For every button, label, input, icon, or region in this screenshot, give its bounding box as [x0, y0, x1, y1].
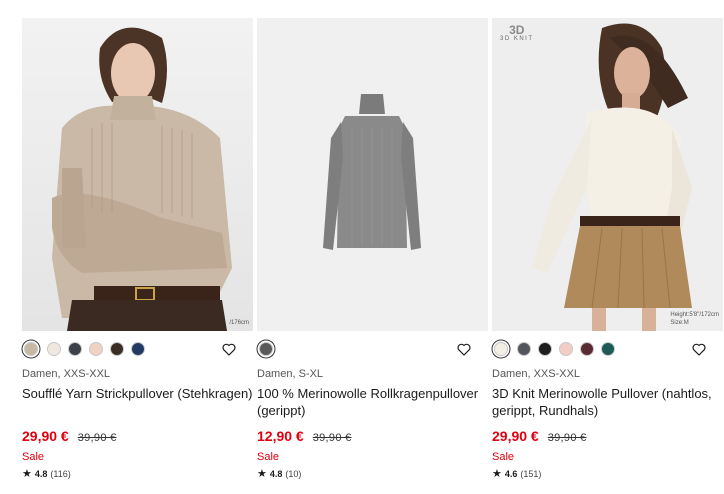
sale-label: Sale	[257, 451, 280, 463]
product-name[interactable]: 100 % Merinowolle Rollkragenpullover (ge…	[257, 385, 488, 419]
rating-score: 4.8	[269, 468, 283, 479]
color-swatch[interactable]	[89, 342, 103, 356]
rating: ★ 4.8 (10)	[257, 467, 488, 480]
product-photo-3d-knit	[492, 18, 723, 331]
heart-outline-icon[interactable]	[691, 341, 707, 357]
product-meta: Damen, XXS-XXL	[22, 368, 111, 380]
color-swatch[interactable]	[494, 342, 508, 356]
product-photo-turtleneck	[257, 18, 488, 331]
color-swatch[interactable]	[47, 342, 61, 356]
product-name[interactable]: 3D Knit Merinowolle Pullover (nahtlos, g…	[492, 385, 723, 419]
color-swatch[interactable]	[24, 342, 38, 356]
product-card[interactable]: Damen, S-XL 100 % Merinowolle Rollkragen…	[257, 18, 488, 494]
product-card[interactable]: /176cm Damen, XXS-XXL Soufflé Yarn Stric…	[22, 18, 253, 494]
color-swatch[interactable]	[517, 342, 531, 356]
product-card[interactable]: 3D 3D KNIT Height:5'8"/172cm Size:M Dame…	[492, 18, 723, 494]
3d-knit-badge: 3D 3D KNIT	[500, 24, 534, 42]
color-swatches	[257, 331, 488, 367]
rating: ★ 4.6 (151)	[492, 467, 723, 480]
model-height: Height:5'8"/172cm	[670, 312, 719, 318]
original-price: 39,90 €	[77, 432, 117, 444]
sale-label: Sale	[22, 451, 45, 463]
review-count: (10)	[285, 468, 302, 479]
product-name[interactable]: Soufflé Yarn Strickpullover (Stehkragen)	[22, 385, 253, 419]
color-swatch[interactable]	[538, 342, 552, 356]
3d-knit-label: 3D KNIT	[500, 36, 534, 42]
model-size: Size:M	[670, 320, 689, 326]
rating: ★ 4.8 (116)	[22, 467, 253, 480]
color-swatches	[492, 331, 723, 367]
product-grid: /176cm Damen, XXS-XXL Soufflé Yarn Stric…	[0, 0, 724, 494]
color-swatch[interactable]	[68, 342, 82, 356]
3d-knit-logo-mark: 3D	[509, 23, 525, 37]
product-meta: Damen, S-XL	[257, 368, 324, 380]
color-swatch[interactable]	[601, 342, 615, 356]
star-icon: ★	[22, 468, 32, 480]
product-image[interactable]	[257, 18, 488, 331]
sale-price: 29,90 €	[492, 428, 539, 444]
star-icon: ★	[257, 468, 267, 480]
product-meta: Damen, XXS-XXL	[492, 368, 581, 380]
product-image[interactable]: 3D 3D KNIT Height:5'8"/172cm Size:M	[492, 18, 723, 331]
color-swatch[interactable]	[110, 342, 124, 356]
heart-outline-icon[interactable]	[221, 341, 237, 357]
rating-score: 4.6	[504, 468, 518, 479]
price-row: 29,90 € 39,90 €	[22, 428, 253, 444]
color-swatch[interactable]	[131, 342, 145, 356]
model-size-caption: /176cm	[229, 320, 249, 326]
price-row: 29,90 € 39,90 €	[492, 428, 723, 444]
product-photo-souffle	[22, 18, 253, 331]
heart-outline-icon[interactable]	[456, 341, 472, 357]
color-swatch[interactable]	[559, 342, 573, 356]
original-price: 39,90 €	[547, 432, 587, 444]
sale-price: 29,90 €	[22, 428, 69, 444]
color-swatches	[22, 331, 253, 367]
product-image[interactable]: /176cm	[22, 18, 253, 331]
review-count: (116)	[50, 468, 71, 479]
rating-score: 4.8	[34, 468, 48, 479]
price-row: 12,90 € 39,90 €	[257, 428, 488, 444]
color-swatch[interactable]	[580, 342, 594, 356]
sale-label: Sale	[492, 451, 515, 463]
original-price: 39,90 €	[312, 432, 352, 444]
sale-price: 12,90 €	[257, 428, 304, 444]
review-count: (151)	[520, 468, 542, 479]
star-icon: ★	[492, 468, 502, 480]
color-swatch[interactable]	[259, 342, 273, 356]
model-size-caption: Height:5'8"/172cm Size:M	[670, 311, 719, 327]
